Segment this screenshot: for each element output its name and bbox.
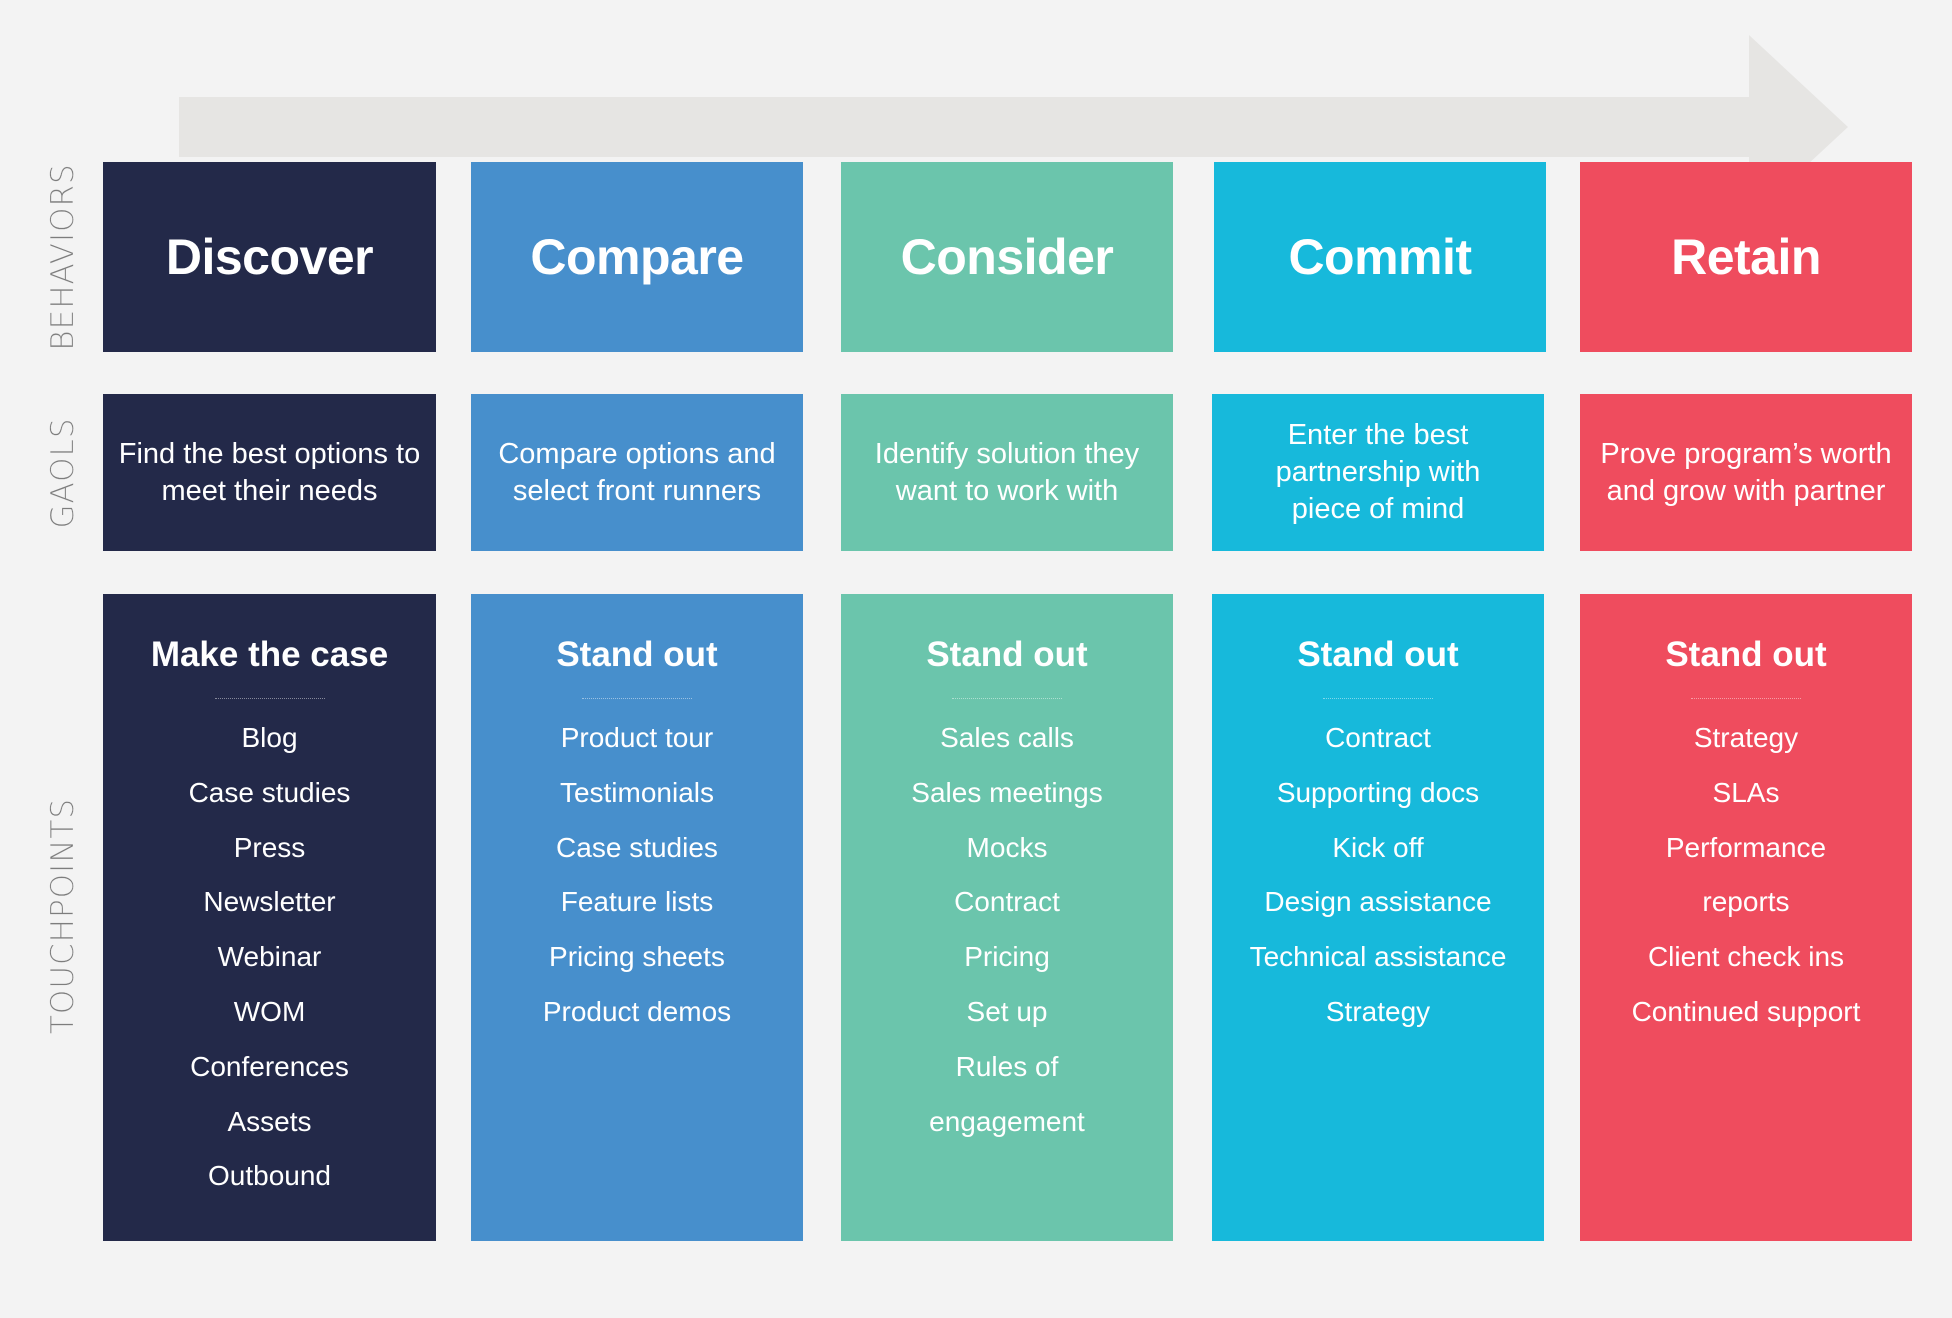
touchpoint-item: Pricing sheets xyxy=(549,941,725,973)
goal-box-commit: Enter the best partnership with piece of… xyxy=(1212,394,1544,551)
row-label-touchpoints: TOUCHPOINTS xyxy=(45,797,81,1035)
touchpoint-item: Conferences xyxy=(190,1050,349,1082)
touchpoint-item: Performance xyxy=(1665,831,1827,863)
touchpoint-item: reports xyxy=(1702,886,1790,918)
touchpoint-item: Outbound xyxy=(208,1160,331,1192)
goal-box-retain: Prove program’s worth and grow with part… xyxy=(1580,394,1912,551)
goal-text: Identify solution they want to work with xyxy=(874,437,1140,507)
touchpoint-item: Strategy xyxy=(1325,995,1431,1027)
touchpoints-box-compare: Stand out Product tour Testimonials Case… xyxy=(471,594,803,1241)
touchpoints-box-commit: Stand out Contract Supporting docs Kick … xyxy=(1212,594,1544,1241)
touchpoints-list: Sales calls Sales meetings Mocks Contrac… xyxy=(911,711,1102,1149)
touchpoints-title: Stand out xyxy=(1665,635,1827,674)
touchpoint-item: Sales meetings xyxy=(911,776,1103,808)
touchpoint-item: Mocks xyxy=(966,831,1048,863)
touchpoints-list: Contract Supporting docs Kick off Design… xyxy=(1250,711,1507,1040)
divider xyxy=(1323,698,1433,699)
touchpoint-item: SLAs xyxy=(1712,776,1780,808)
touchpoint-item: Strategy xyxy=(1693,722,1799,753)
touchpoints-box-discover: Make the case Blog Case studies Press Ne… xyxy=(103,594,436,1241)
touchpoint-item: Case studies xyxy=(188,776,351,808)
touchpoint-item: Blog xyxy=(241,722,298,753)
touchpoint-item: Assets xyxy=(227,1105,312,1137)
touchpoint-item: Webinar xyxy=(217,941,322,973)
touchpoint-item: Technical assistance xyxy=(1249,941,1507,973)
goal-text: Find the best options to meet their need… xyxy=(118,437,421,507)
touchpoint-item: Product demos xyxy=(542,995,732,1027)
touchpoint-item: Testimonials xyxy=(559,776,715,808)
behavior-box-consider: Consider xyxy=(841,162,1173,352)
touchpoint-item: Product tour xyxy=(560,722,714,753)
touchpoint-item: Design assistance xyxy=(1264,886,1492,918)
row-label-behaviors: BEHAVIORS xyxy=(45,163,81,351)
goal-text: Compare options and select front runners xyxy=(498,437,776,507)
touchpoint-item: Case studies xyxy=(556,831,718,863)
touchpoints-title: Stand out xyxy=(1297,635,1459,674)
touchpoint-item: Contract xyxy=(1325,722,1431,753)
behavior-box-retain: Retain xyxy=(1580,162,1912,352)
behavior-title: Discover xyxy=(165,229,374,285)
divider xyxy=(214,698,325,699)
divider xyxy=(582,698,692,699)
touchpoint-item: Supporting docs xyxy=(1276,776,1480,808)
behavior-title: Retain xyxy=(1671,229,1821,285)
touchpoint-item: Client check ins xyxy=(1647,941,1845,973)
touchpoints-list: Blog Case studies Press Newsletter Webin… xyxy=(189,711,351,1204)
touchpoint-item: Pricing xyxy=(964,941,1050,973)
goal-box-compare: Compare options and select front runners xyxy=(471,394,803,551)
touchpoints-title: Stand out xyxy=(926,635,1088,674)
behavior-box-discover: Discover xyxy=(103,162,436,352)
goal-text: Prove program’s worth and grow with part… xyxy=(1600,437,1892,507)
touchpoints-title: Stand out xyxy=(556,635,718,674)
behavior-title: Compare xyxy=(530,229,744,285)
behavior-box-commit: Commit xyxy=(1214,162,1546,352)
touchpoints-list: Strategy SLAs Performance reports Client… xyxy=(1632,711,1861,1040)
touchpoint-item: Rules of xyxy=(955,1050,1059,1082)
touchpoints-title: Make the case xyxy=(150,635,389,674)
behavior-title: Commit xyxy=(1288,229,1472,285)
touchpoints-box-retain: Stand out Strategy SLAs Performance repo… xyxy=(1580,594,1912,1241)
behavior-box-compare: Compare xyxy=(471,162,803,352)
touchpoint-item: WOM xyxy=(233,995,306,1027)
goal-box-consider: Identify solution they want to work with xyxy=(841,394,1173,551)
touchpoint-item: Continued support xyxy=(1631,995,1861,1027)
touchpoint-item: Press xyxy=(233,831,306,863)
row-label-goals: GAOLS xyxy=(45,417,81,529)
touchpoint-item: Kick off xyxy=(1332,831,1424,863)
goal-box-discover: Find the best options to meet their need… xyxy=(103,394,436,551)
touchpoint-item: Feature lists xyxy=(560,886,714,918)
behavior-title: Consider xyxy=(900,229,1114,285)
touchpoints-list: Product tour Testimonials Case studies F… xyxy=(543,711,731,1040)
touchpoint-item: Contract xyxy=(954,886,1060,918)
touchpoint-item: engagement xyxy=(929,1105,1085,1137)
touchpoints-box-consider: Stand out Sales calls Sales meetings Moc… xyxy=(841,594,1173,1241)
touchpoint-item: Sales calls xyxy=(940,722,1074,753)
divider xyxy=(1691,698,1801,699)
touchpoint-item: Set up xyxy=(966,995,1048,1027)
touchpoint-item: Newsletter xyxy=(203,886,336,918)
divider xyxy=(952,698,1062,699)
goal-text: Enter the best partnership with piece of… xyxy=(1275,419,1481,525)
